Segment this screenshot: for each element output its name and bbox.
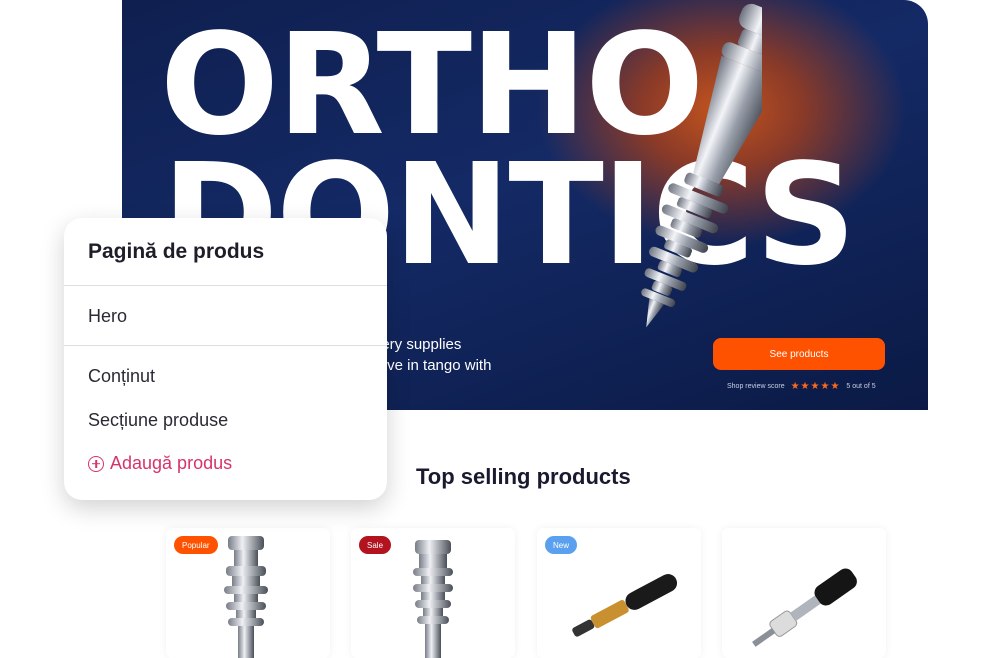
panel-item-content[interactable]: Conținut — [88, 366, 155, 387]
panel-title: Pagină de produs — [88, 240, 265, 263]
badge-new: New — [545, 536, 578, 554]
badge-popular: Popular — [174, 536, 218, 554]
hero-subtitle-line2: volve in tango with — [368, 357, 492, 374]
driver-tool-icon — [752, 568, 857, 647]
panel-item-hero[interactable]: Hero — [88, 306, 127, 327]
divider — [64, 285, 387, 286]
page-structure-panel: Pagină de produs Hero Conținut Secțiune … — [64, 218, 387, 500]
product-card[interactable]: Sale — [351, 528, 515, 658]
product-card[interactable] — [722, 528, 886, 658]
review-label: Shop review score — [727, 383, 785, 390]
shop-review: Shop review score ★★★★★ 5 out of 5 — [727, 381, 876, 392]
add-product-label: Adaugă produs — [110, 453, 233, 473]
section-title: Top selling products — [416, 464, 631, 489]
panel-item-products-section[interactable]: Secțiune produse — [88, 410, 228, 431]
hero-subtitle: rgery supplies volve in tango with — [368, 334, 668, 376]
product-card[interactable]: Popular — [166, 528, 330, 658]
product-card[interactable]: New — [537, 528, 701, 658]
add-circle-icon — [88, 455, 104, 472]
badge-sale: Sale — [359, 536, 392, 554]
hero-subtitle-line1: rgery supplies — [368, 336, 462, 353]
orthodontic-implant-icon — [641, 3, 762, 328]
see-products-button[interactable]: See products — [713, 338, 885, 370]
divider — [64, 345, 387, 346]
review-score: 5 out of 5 — [846, 383, 876, 390]
add-product-button[interactable]: Adaugă produs — [88, 453, 232, 474]
star-rating-icon: ★★★★★ — [790, 381, 841, 392]
